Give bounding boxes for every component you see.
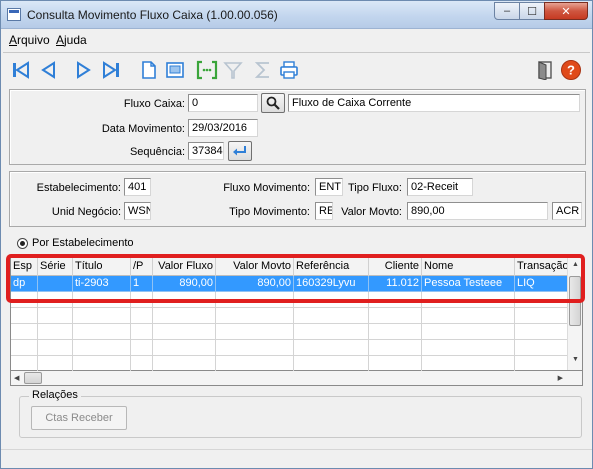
- data-movimento-field[interactable]: 29/03/2016: [188, 119, 258, 137]
- col-parcela[interactable]: /P: [131, 257, 153, 276]
- scroll-down-icon[interactable]: ▼: [572, 356, 579, 363]
- relacoes-title: Relações: [29, 389, 81, 401]
- enter-icon: [233, 146, 246, 156]
- first-record-icon[interactable]: [9, 58, 33, 82]
- tipo-movimento-label: Tipo Movimento:: [229, 206, 310, 218]
- fluxo-caixa-field[interactable]: 0: [188, 94, 258, 112]
- cell-referencia: 160329Lyvu: [294, 276, 369, 292]
- empty-row: [11, 356, 569, 372]
- cell-nome: Pessoa Testeee: [422, 276, 515, 292]
- table-row[interactable]: dp ti-2903 1 890,00 890,00 160329Lyvu 11…: [11, 276, 569, 292]
- cell-titulo: ti-2903: [73, 276, 131, 292]
- header-panel: Fluxo Caixa: 0 Fluxo de Caixa Corrente D…: [9, 89, 586, 165]
- col-nome[interactable]: Nome: [422, 257, 515, 276]
- por-estabelecimento-radio[interactable]: [17, 238, 28, 249]
- minimize-button[interactable]: ‒: [494, 2, 520, 20]
- detail-panel: Estabelecimento: 401 Fluxo Movimento: EN…: [9, 171, 586, 227]
- app-icon: [7, 8, 21, 21]
- data-movimento-label: Data Movimento:: [101, 123, 185, 135]
- previous-record-icon[interactable]: [37, 58, 61, 82]
- movements-grid[interactable]: Esp Série Título /P Valor Fluxo Valor Mo…: [10, 256, 583, 372]
- grid-header: Esp Série Título /P Valor Fluxo Valor Mo…: [11, 257, 569, 276]
- valor-movto-field[interactable]: 890,00: [407, 202, 548, 220]
- cell-parcela: 1: [131, 276, 153, 292]
- scroll-up-icon[interactable]: ▲: [572, 261, 579, 268]
- col-transacao[interactable]: Transação: [515, 257, 569, 276]
- col-cliente[interactable]: Cliente: [369, 257, 422, 276]
- title-bar[interactable]: Consulta Movimento Fluxo Caixa (1.00.00.…: [1, 1, 592, 29]
- fluxo-caixa-description: Fluxo de Caixa Corrente: [288, 94, 580, 112]
- menu-arquivo[interactable]: Arquivo: [9, 33, 50, 47]
- window-controls: ‒ ☐ ✕: [494, 2, 588, 20]
- sum-icon[interactable]: [251, 58, 275, 82]
- status-bar: [1, 449, 592, 468]
- unid-negocio-label: Unid Negócio:: [51, 206, 121, 218]
- cell-valor-movto: 890,00: [216, 276, 294, 292]
- vertical-scroll-thumb[interactable]: [569, 276, 581, 326]
- help-icon[interactable]: ?: [559, 58, 583, 82]
- print-icon[interactable]: [277, 58, 301, 82]
- col-serie[interactable]: Série: [38, 257, 73, 276]
- cell-cliente: 11.012: [369, 276, 422, 292]
- col-referencia[interactable]: Referência: [294, 257, 369, 276]
- svg-text:?: ?: [567, 63, 575, 78]
- valor-movto-label: Valor Movto:: [341, 206, 402, 218]
- goto-icon[interactable]: [195, 58, 219, 82]
- cell-transacao: LIQ: [515, 276, 569, 292]
- search-button[interactable]: [261, 93, 285, 113]
- search-icon: [266, 96, 280, 110]
- cell-valor-fluxo: 890,00: [153, 276, 216, 292]
- filter-icon[interactable]: [221, 58, 245, 82]
- horizontal-scrollbar[interactable]: ◀ ▶: [10, 371, 583, 386]
- ctas-receber-button[interactable]: Ctas Receber: [31, 406, 127, 430]
- menu-bar: Arquivo Ajuda: [1, 30, 592, 50]
- empty-row: [11, 308, 569, 324]
- estabelecimento-field[interactable]: 401: [124, 178, 151, 196]
- menu-ajuda[interactable]: Ajuda: [56, 33, 87, 47]
- cell-esp: dp: [11, 276, 38, 292]
- return-button[interactable]: [228, 141, 252, 161]
- col-esp[interactable]: Esp: [11, 257, 38, 276]
- empty-row: [11, 340, 569, 356]
- unid-negocio-field[interactable]: WSN: [124, 202, 151, 220]
- vertical-scrollbar[interactable]: ▲ ▼: [567, 257, 582, 370]
- toolbar: ?: [3, 52, 590, 88]
- exit-icon[interactable]: [533, 58, 557, 82]
- col-valor-movto[interactable]: Valor Movto: [216, 257, 294, 276]
- empty-row: [11, 292, 569, 308]
- tipo-fluxo-field[interactable]: 02-Receit: [407, 178, 473, 196]
- acr-field[interactable]: ACR: [552, 202, 582, 220]
- cell-serie: [38, 276, 73, 292]
- close-button[interactable]: ✕: [544, 2, 588, 20]
- tipo-movimento-field[interactable]: RE: [315, 202, 333, 220]
- last-record-icon[interactable]: [99, 58, 123, 82]
- fluxo-caixa-label: Fluxo Caixa:: [123, 98, 185, 110]
- next-record-icon[interactable]: [71, 58, 95, 82]
- scroll-right-icon[interactable]: ▶: [558, 374, 563, 382]
- scroll-left-icon[interactable]: ◀: [14, 374, 19, 382]
- por-estabelecimento-label[interactable]: Por Estabelecimento: [32, 237, 134, 249]
- fluxo-movimento-field[interactable]: ENT: [315, 178, 343, 196]
- sequencia-field[interactable]: 37384: [188, 142, 224, 160]
- new-document-icon[interactable]: [137, 58, 161, 82]
- maximize-button[interactable]: ☐: [519, 2, 545, 20]
- window-title: Consulta Movimento Fluxo Caixa (1.00.00.…: [27, 8, 278, 22]
- col-titulo[interactable]: Título: [73, 257, 131, 276]
- col-valor-fluxo[interactable]: Valor Fluxo: [153, 257, 216, 276]
- horizontal-scroll-thumb[interactable]: [24, 372, 42, 384]
- tipo-fluxo-label: Tipo Fluxo:: [347, 182, 402, 194]
- preview-icon[interactable]: [163, 58, 187, 82]
- fluxo-movimento-label: Fluxo Movimento:: [223, 182, 310, 194]
- empty-row: [11, 324, 569, 340]
- estabelecimento-label: Estabelecimento:: [36, 182, 121, 194]
- main-window: Consulta Movimento Fluxo Caixa (1.00.00.…: [0, 0, 593, 469]
- sequencia-label: Sequência:: [129, 146, 185, 158]
